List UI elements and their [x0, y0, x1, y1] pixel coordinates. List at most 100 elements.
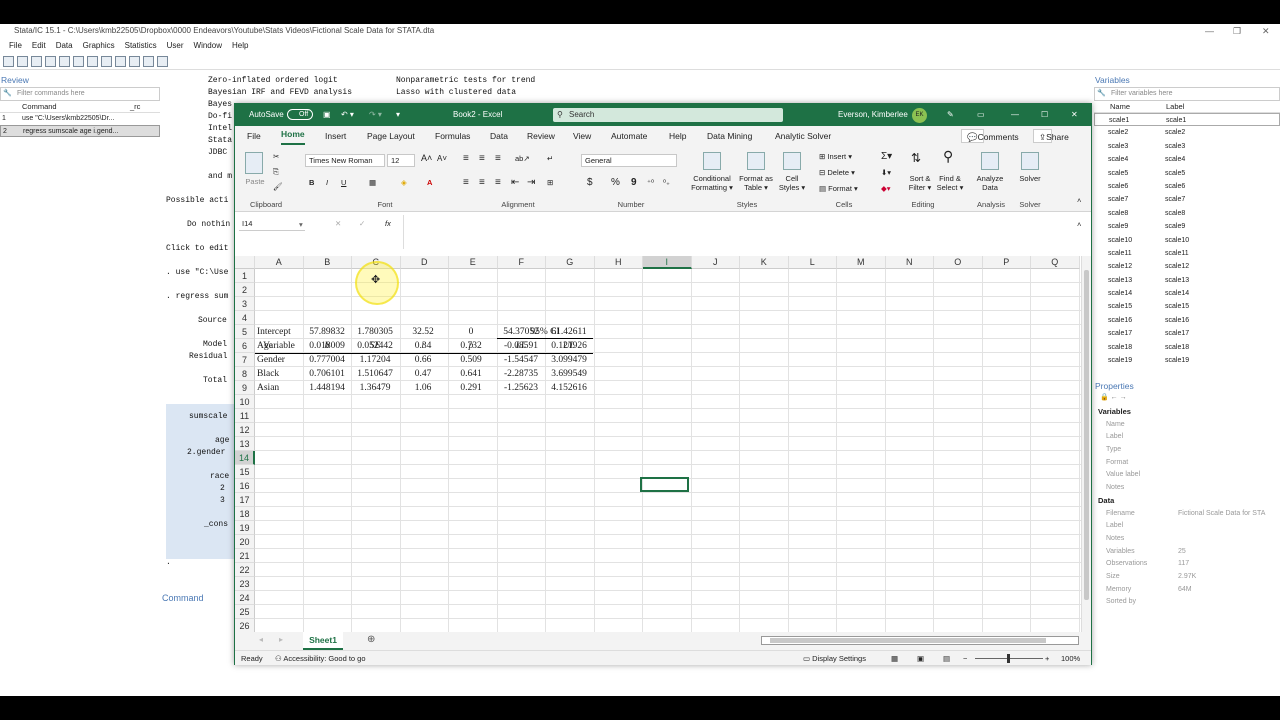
cut-icon[interactable]: ✂	[273, 152, 279, 161]
column-header-g[interactable]: G	[546, 256, 595, 269]
tab-formulas[interactable]: Formulas	[435, 126, 470, 146]
column-header-k[interactable]: K	[740, 256, 789, 269]
table-cell[interactable]: 54.37052	[497, 325, 545, 339]
table-cell[interactable]: 3.099479	[545, 353, 593, 367]
table-cell[interactable]: Age	[257, 339, 305, 353]
search-box[interactable]: ⚲ Search	[553, 108, 783, 122]
percent-button[interactable]: %	[611, 178, 620, 188]
enter-icon[interactable]: ✓	[359, 219, 365, 228]
variable-row[interactable]: scale18 scale18	[1094, 341, 1280, 354]
find-select-button[interactable]: Find & Select ▾	[933, 174, 967, 192]
increase-font-icon[interactable]: A˄	[421, 154, 432, 163]
add-sheet-icon[interactable]: ⊕	[367, 634, 375, 645]
row-header-10[interactable]: 10	[235, 395, 255, 409]
save-icon[interactable]: ▣	[323, 104, 331, 126]
align-center-icon[interactable]: ≡	[479, 178, 485, 188]
row-header-24[interactable]: 24	[235, 591, 255, 605]
open-icon[interactable]	[3, 56, 14, 67]
horizontal-scroll-thumb[interactable]	[770, 638, 1046, 643]
delete-cells-button[interactable]: ⊟ Delete ▾	[819, 168, 855, 177]
sort-filter-icon[interactable]: ⇅	[911, 152, 921, 164]
zoom-level[interactable]: 100%	[1061, 651, 1080, 666]
autosum-icon[interactable]: Σ▾	[881, 152, 892, 162]
column-header-h[interactable]: H	[594, 256, 643, 269]
log-icon[interactable]	[45, 56, 56, 67]
name-box[interactable]: I14	[239, 218, 305, 231]
table-cell[interactable]: 0.509	[447, 353, 495, 367]
column-header-d[interactable]: D	[400, 256, 449, 269]
clear-icon[interactable]: ◆▾	[881, 184, 891, 193]
review-filter-input[interactable]: Filter commands here	[0, 87, 160, 101]
active-cell-i14[interactable]	[640, 477, 689, 492]
table-cell[interactable]: 0.732	[447, 339, 495, 353]
avatar[interactable]: EK	[912, 108, 927, 123]
orientation-icon[interactable]: ab↗	[515, 154, 530, 163]
increase-decimal-icon[interactable]: ⁺⁰	[647, 178, 654, 187]
table-cell[interactable]: 0.018009	[303, 339, 351, 353]
table-cell[interactable]: Black	[257, 367, 305, 381]
variable-row[interactable]: scale13 scale13	[1094, 274, 1280, 287]
table-cell[interactable]: 4.152616	[545, 381, 593, 395]
menu-file[interactable]: File	[4, 38, 27, 53]
normal-view-icon[interactable]: ▦	[891, 651, 898, 666]
table-cell[interactable]: Intercept	[257, 325, 305, 339]
table-cell[interactable]: -2.28735	[497, 367, 545, 381]
tab-help[interactable]: Help	[669, 126, 686, 146]
page-break-view-icon[interactable]: ▤	[943, 651, 950, 666]
borders-icon[interactable]: ▦	[369, 178, 376, 187]
copy-icon[interactable]: ⎘	[273, 167, 279, 176]
table-cell[interactable]: 0.052442	[351, 339, 399, 353]
table-cell[interactable]: -1.54547	[497, 353, 545, 367]
horizontal-scrollbar[interactable]	[761, 636, 1079, 645]
prev-sheet-icon[interactable]: ◂	[259, 635, 263, 644]
row-header-6[interactable]: 6	[235, 339, 255, 353]
table-cell[interactable]: 1.36479	[351, 381, 399, 395]
data-browser-icon[interactable]	[115, 56, 126, 67]
column-header-b[interactable]: B	[303, 256, 352, 269]
tab-sheet1[interactable]: Sheet1	[303, 632, 343, 650]
align-right-icon[interactable]: ≡	[495, 178, 501, 188]
tab-file[interactable]: File	[247, 126, 261, 146]
maximize-icon[interactable]: ☐	[1041, 104, 1048, 126]
column-header-i[interactable]: I	[643, 256, 692, 269]
row-header-21[interactable]: 21	[235, 549, 255, 563]
table-cell[interactable]: 0.34	[399, 339, 447, 353]
variable-row[interactable]: scale3 scale3	[1094, 140, 1280, 153]
save-icon[interactable]	[17, 56, 28, 67]
table-cell[interactable]: 0.66	[399, 353, 447, 367]
variables-filter-input[interactable]: Filter variables here	[1094, 87, 1280, 101]
wrap-text-icon[interactable]: ↵	[547, 154, 553, 163]
display-settings-button[interactable]: ▭ Display Settings	[803, 651, 866, 666]
pen-icon[interactable]: ✎	[947, 104, 954, 126]
row-header-3[interactable]: 3	[235, 297, 255, 311]
column-header-e[interactable]: E	[449, 256, 498, 269]
fill-color-icon[interactable]: ◈	[401, 178, 407, 187]
solver-icon[interactable]	[1021, 152, 1039, 170]
close-icon[interactable]: ✕	[1071, 104, 1078, 126]
row-header-8[interactable]: 8	[235, 367, 255, 381]
row-header-16[interactable]: 16	[235, 479, 255, 493]
currency-button[interactable]: $	[587, 178, 593, 188]
column-header-j[interactable]: J	[691, 256, 740, 269]
variable-row[interactable]: scale17 scale17	[1094, 327, 1280, 340]
comments-button[interactable]: 💬 Comments	[961, 129, 1019, 143]
align-left-icon[interactable]: ≡	[463, 178, 469, 188]
cell-styles-icon[interactable]	[783, 152, 801, 170]
decrease-decimal-icon[interactable]: ⁰₊	[663, 178, 670, 187]
data-editor-icon[interactable]	[101, 56, 112, 67]
ribbon-display-icon[interactable]: ▭	[977, 104, 985, 126]
tab-home[interactable]: Home	[281, 126, 305, 145]
graph-icon[interactable]	[73, 56, 84, 67]
row-header-11[interactable]: 11	[235, 409, 255, 423]
table-cell[interactable]: 32.52	[399, 325, 447, 339]
row-header-20[interactable]: 20	[235, 535, 255, 549]
format-painter-icon[interactable]: 🖌	[273, 182, 283, 191]
row-header-12[interactable]: 12	[235, 423, 255, 437]
table-cell[interactable]: 0	[447, 325, 495, 339]
autosave-toggle[interactable]: Off	[287, 109, 313, 120]
row-header-14[interactable]: 14	[235, 451, 255, 465]
table-cell[interactable]: 1.780305	[351, 325, 399, 339]
formula-input[interactable]	[403, 215, 1087, 249]
row-header-23[interactable]: 23	[235, 577, 255, 591]
menu-statistics[interactable]: Statistics	[120, 38, 162, 53]
